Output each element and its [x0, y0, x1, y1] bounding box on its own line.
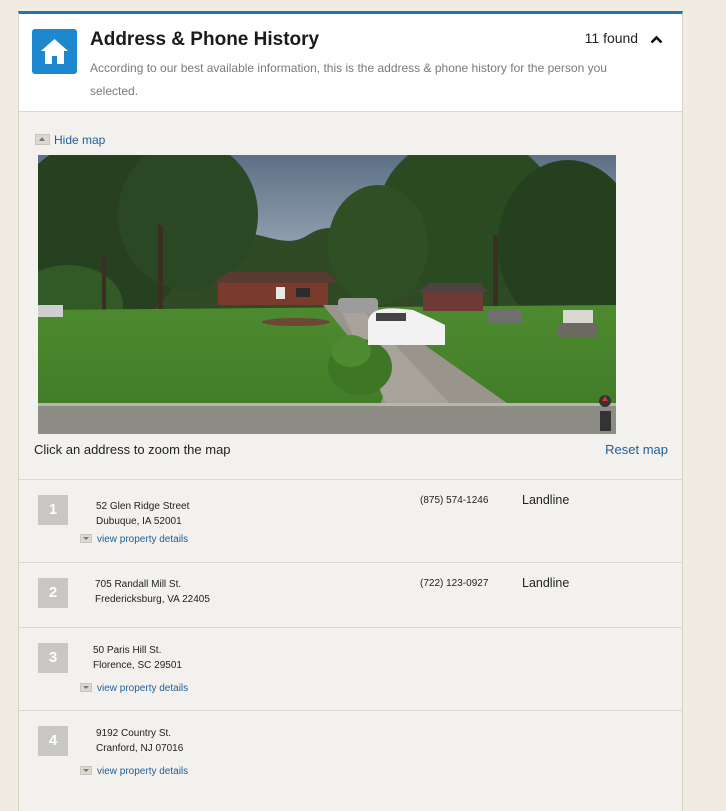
- found-count: 11 found: [584, 30, 639, 46]
- expand-arrow-icon: [80, 766, 92, 775]
- address-number-badge: 3: [38, 643, 68, 673]
- address-line-2: Fredericksburg, VA 22405: [95, 594, 210, 605]
- address-row[interactable]: 4 9192 Country St. Cranford, NJ 07016 vi…: [19, 710, 682, 793]
- view-property-details-label: view property details: [97, 534, 189, 545]
- address-line-1: 9192 Country St.: [96, 728, 172, 739]
- page-description: According to our best available informat…: [90, 61, 607, 98]
- address-line-1: 50 Paris Hill St.: [93, 645, 162, 656]
- address-row[interactable]: 3 50 Paris Hill St. Florence, SC 29501 v…: [19, 627, 682, 710]
- hide-map-link[interactable]: Hide map: [35, 133, 105, 147]
- address-line-2: Florence, SC 29501: [93, 660, 182, 671]
- address-text[interactable]: 705 Randall Mill St. Fredericksburg, VA …: [95, 577, 210, 607]
- address-line-1: 705 Randall Mill St.: [95, 579, 182, 590]
- address-text[interactable]: 50 Paris Hill St. Florence, SC 29501: [93, 643, 182, 673]
- phone-number: (875) 574-1246: [420, 495, 489, 506]
- address-line-2: Dubuque, IA 52001: [96, 516, 182, 527]
- view-property-details-label: view property details: [97, 683, 189, 694]
- zoom-hint-text: Click an address to zoom the map: [34, 442, 231, 457]
- phone-type: Landline: [522, 493, 570, 507]
- address-number-badge: 1: [38, 495, 68, 525]
- phone-number: (722) 123-0927: [420, 578, 489, 589]
- reset-map-link[interactable]: Reset map: [605, 442, 668, 457]
- hide-map-label: Hide map: [54, 133, 106, 147]
- collapse-arrow-icon: [35, 134, 50, 145]
- view-property-details-link[interactable]: view property details: [80, 534, 188, 545]
- address-row[interactable]: 1 52 Glen Ridge Street Dubuque, IA 52001…: [19, 479, 682, 562]
- chevron-up-icon: [650, 31, 663, 47]
- view-property-details-link[interactable]: view property details: [80, 766, 188, 777]
- page-title: Address & Phone History: [90, 29, 320, 50]
- phone-type: Landline: [522, 576, 570, 590]
- home-icon: [32, 29, 77, 74]
- expand-arrow-icon: [80, 683, 92, 692]
- view-property-details-label: view property details: [97, 766, 189, 777]
- expand-arrow-icon: [80, 534, 92, 543]
- address-line-1: 52 Glen Ridge Street: [96, 501, 190, 512]
- found-count-toggle[interactable]: 11 found: [585, 30, 663, 47]
- address-text[interactable]: 52 Glen Ridge Street Dubuque, IA 52001: [96, 499, 189, 529]
- view-property-details-link[interactable]: view property details: [80, 683, 188, 694]
- address-row[interactable]: 2 705 Randall Mill St. Fredericksburg, V…: [19, 562, 682, 627]
- street-view-map[interactable]: [38, 155, 616, 434]
- address-text[interactable]: 9192 Country St. Cranford, NJ 07016: [96, 726, 183, 756]
- address-phone-history-panel: Address & Phone History According to our…: [18, 11, 683, 811]
- address-number-badge: 2: [38, 578, 68, 608]
- address-line-2: Cranford, NJ 07016: [96, 743, 184, 754]
- address-number-badge: 4: [38, 726, 68, 756]
- panel-header: Address & Phone History According to our…: [19, 14, 682, 112]
- address-list: 1 52 Glen Ridge Street Dubuque, IA 52001…: [19, 479, 682, 793]
